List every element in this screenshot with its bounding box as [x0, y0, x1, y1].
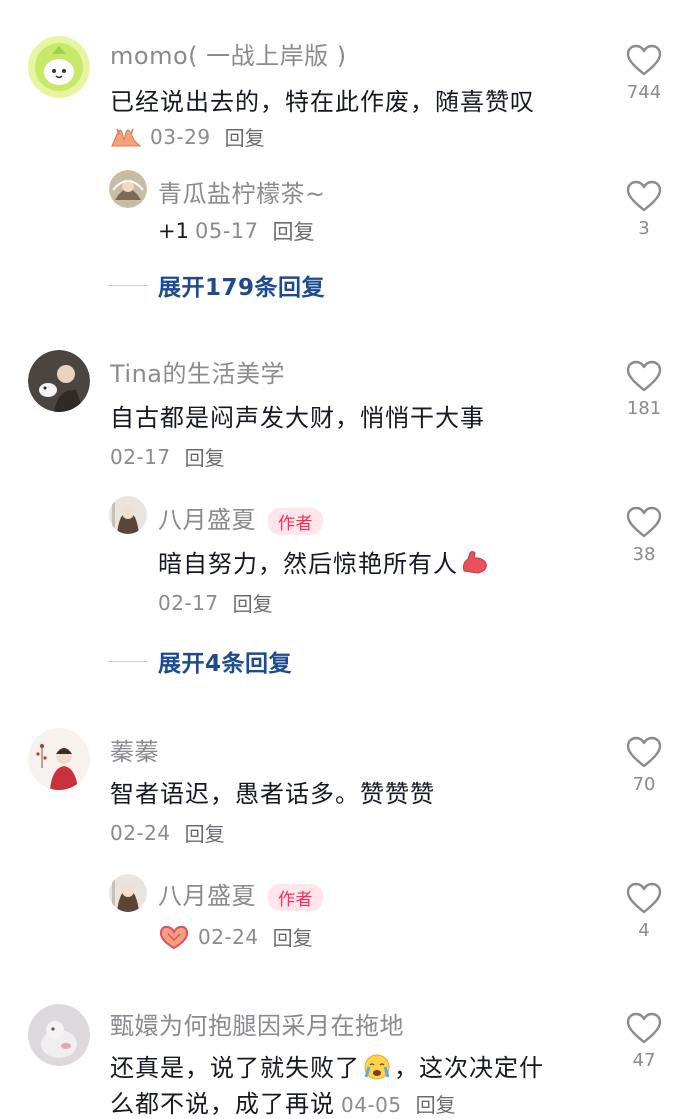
- expand-label: 展开4条回复: [158, 651, 293, 677]
- expand-replies-button[interactable]: 展开4条回复: [108, 644, 292, 678]
- reply-username[interactable]: 青瓜盐柠檬茶~: [158, 174, 326, 209]
- author-badge: 作者: [268, 883, 323, 911]
- reply-button[interactable]: 回复: [225, 122, 265, 151]
- like-count: 70: [632, 774, 656, 795]
- heart-icon: [626, 736, 662, 768]
- reply-text: +1: [158, 219, 189, 243]
- heart-icon: [626, 360, 662, 392]
- comment-meta: 03-29 回复: [110, 122, 265, 151]
- reply-username[interactable]: 八月盛夏 作者: [158, 500, 323, 535]
- muscle-emoji-icon: [460, 549, 490, 575]
- reply-meta: +1 05-17 回复: [158, 216, 315, 246]
- avatar[interactable]: [28, 36, 90, 98]
- reply-date: 02-24: [198, 924, 259, 949]
- reply-avatar[interactable]: [109, 170, 147, 208]
- comment-username[interactable]: Tina的生活美学: [110, 354, 285, 389]
- comment-text-part: ，这次决定什: [394, 1054, 544, 1082]
- comment-text-part: 还真是，说了就失败了: [110, 1054, 360, 1082]
- like-button[interactable]: 4: [620, 882, 668, 941]
- like-button[interactable]: 70: [620, 736, 668, 795]
- author-badge: 作者: [268, 507, 323, 535]
- heart-icon: [626, 506, 662, 538]
- like-count: 744: [626, 82, 662, 103]
- heart-icon: [626, 44, 662, 76]
- comment-date: 02-17: [110, 444, 171, 469]
- comment-text: 自古都是闷声发大财，悄悄干大事: [110, 404, 485, 432]
- reply-meta: 02-17 回复: [158, 588, 273, 617]
- like-count: 3: [638, 218, 650, 239]
- divider: [108, 284, 148, 286]
- heart-hands-emoji-icon: [158, 924, 190, 950]
- like-count: 38: [632, 544, 656, 565]
- avatar[interactable]: [28, 1004, 90, 1066]
- heart-icon: [626, 180, 662, 212]
- reply-date: 05-17: [194, 219, 259, 243]
- expand-replies-button[interactable]: 展开179条回复: [108, 268, 325, 302]
- reply-meta: 02-24 回复: [158, 922, 313, 951]
- reply-username-text: 八月盛夏: [158, 882, 256, 910]
- hands-emoji-icon: [110, 126, 142, 148]
- comment-date: 03-29: [150, 124, 211, 149]
- reply-text: 暗自努力，然后惊艳所有人: [158, 544, 490, 579]
- comment-meta: 02-17 回复: [110, 442, 225, 471]
- comment-username[interactable]: momo( 一战上岸版 ): [110, 36, 347, 71]
- like-button[interactable]: 38: [620, 506, 668, 565]
- reply-username-text: 八月盛夏: [158, 506, 256, 534]
- like-button[interactable]: 47: [620, 1012, 668, 1071]
- comment-text: 智者语迟，愚者话多。赞赞赞: [110, 780, 435, 808]
- reply-avatar[interactable]: [109, 874, 147, 912]
- reply-button[interactable]: 回复: [233, 588, 273, 617]
- comment-text-part: 么都不说，成了再说: [110, 1090, 335, 1118]
- reply-text-content: 暗自努力，然后惊艳所有人: [158, 550, 458, 578]
- divider: [108, 660, 148, 662]
- heart-icon: [626, 1012, 662, 1044]
- reply-button[interactable]: 回复: [273, 216, 315, 246]
- comment-date: 02-24: [110, 820, 171, 845]
- avatar[interactable]: [28, 350, 90, 412]
- reply-button[interactable]: 回复: [416, 1089, 456, 1118]
- like-count: 4: [638, 920, 650, 941]
- comment-meta: 02-24 回复: [110, 818, 225, 847]
- reply-date: 02-17: [158, 590, 219, 615]
- comment-username[interactable]: 甄嬛为何抱腿因采月在拖地: [110, 1006, 404, 1041]
- like-button[interactable]: 181: [620, 360, 668, 419]
- comment-text: 已经说出去的，特在此作废，随喜赞叹: [110, 88, 535, 116]
- like-count: 47: [632, 1050, 656, 1071]
- comment-text-line2: 么都不说，成了再说 04-05 回复: [110, 1084, 456, 1119]
- like-count: 181: [626, 398, 662, 419]
- comment-username[interactable]: 蓁蓁: [110, 732, 159, 767]
- reply-button[interactable]: 回复: [273, 922, 313, 951]
- like-button[interactable]: 744: [620, 44, 668, 103]
- heart-icon: [626, 882, 662, 914]
- crying-emoji-icon: [362, 1051, 392, 1081]
- comment-date: 04-05: [341, 1093, 402, 1117]
- comment-text-line1: 还真是，说了就失败了 ，这次决定什: [110, 1048, 544, 1083]
- avatar[interactable]: [28, 728, 90, 790]
- reply-username[interactable]: 八月盛夏 作者: [158, 876, 323, 911]
- reply-button[interactable]: 回复: [185, 442, 225, 471]
- reply-avatar[interactable]: [109, 496, 147, 534]
- like-button[interactable]: 3: [620, 180, 668, 239]
- expand-label: 展开179条回复: [158, 275, 326, 301]
- reply-button[interactable]: 回复: [185, 818, 225, 847]
